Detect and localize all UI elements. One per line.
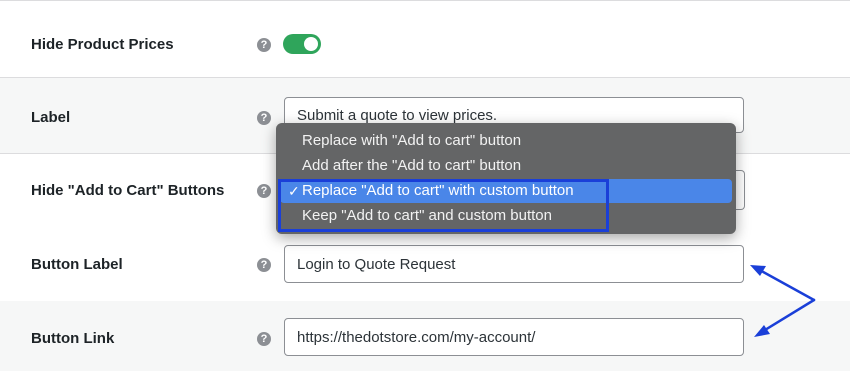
hide-prices-toggle[interactable] bbox=[283, 34, 321, 54]
toggle-knob bbox=[304, 37, 318, 51]
add-to-cart-dropdown-menu: Replace with "Add to cart" button Add af… bbox=[276, 123, 736, 234]
help-icon[interactable]: ? bbox=[257, 111, 271, 125]
option-label: Add after the "Add to cart" button bbox=[302, 157, 522, 174]
help-icon[interactable]: ? bbox=[257, 258, 271, 272]
label-field-label: Label bbox=[31, 109, 71, 126]
dropdown-option[interactable]: Replace with "Add to cart" button bbox=[280, 129, 732, 153]
hide-cart-label: Hide "Add to Cart" Buttons bbox=[31, 182, 225, 199]
option-label: Replace "Add to cart" with custom button bbox=[302, 182, 574, 199]
settings-row-button-link: Button Link ? bbox=[0, 301, 850, 371]
checkmark-icon: ✓ bbox=[288, 183, 300, 199]
button-link-label: Button Link bbox=[31, 330, 115, 347]
settings-row-button-label: Button Label ? bbox=[0, 227, 850, 302]
dropdown-option[interactable]: Keep "Add to cart" and custom button bbox=[280, 204, 732, 228]
dropdown-option[interactable]: Add after the "Add to cart" button bbox=[280, 154, 732, 178]
dropdown-option-selected[interactable]: ✓ Replace "Add to cart" with custom butt… bbox=[280, 179, 732, 203]
settings-row-hide-prices: Hide Product Prices ? bbox=[0, 0, 850, 78]
button-label-input[interactable] bbox=[284, 245, 744, 283]
button-link-input[interactable] bbox=[284, 318, 744, 356]
option-label: Replace with "Add to cart" button bbox=[302, 132, 522, 149]
help-icon[interactable]: ? bbox=[257, 38, 271, 52]
option-label: Keep "Add to cart" and custom button bbox=[302, 207, 552, 224]
button-label-label: Button Label bbox=[31, 256, 123, 273]
help-icon[interactable]: ? bbox=[257, 332, 271, 346]
hide-prices-label: Hide Product Prices bbox=[31, 36, 174, 53]
help-icon[interactable]: ? bbox=[257, 184, 271, 198]
